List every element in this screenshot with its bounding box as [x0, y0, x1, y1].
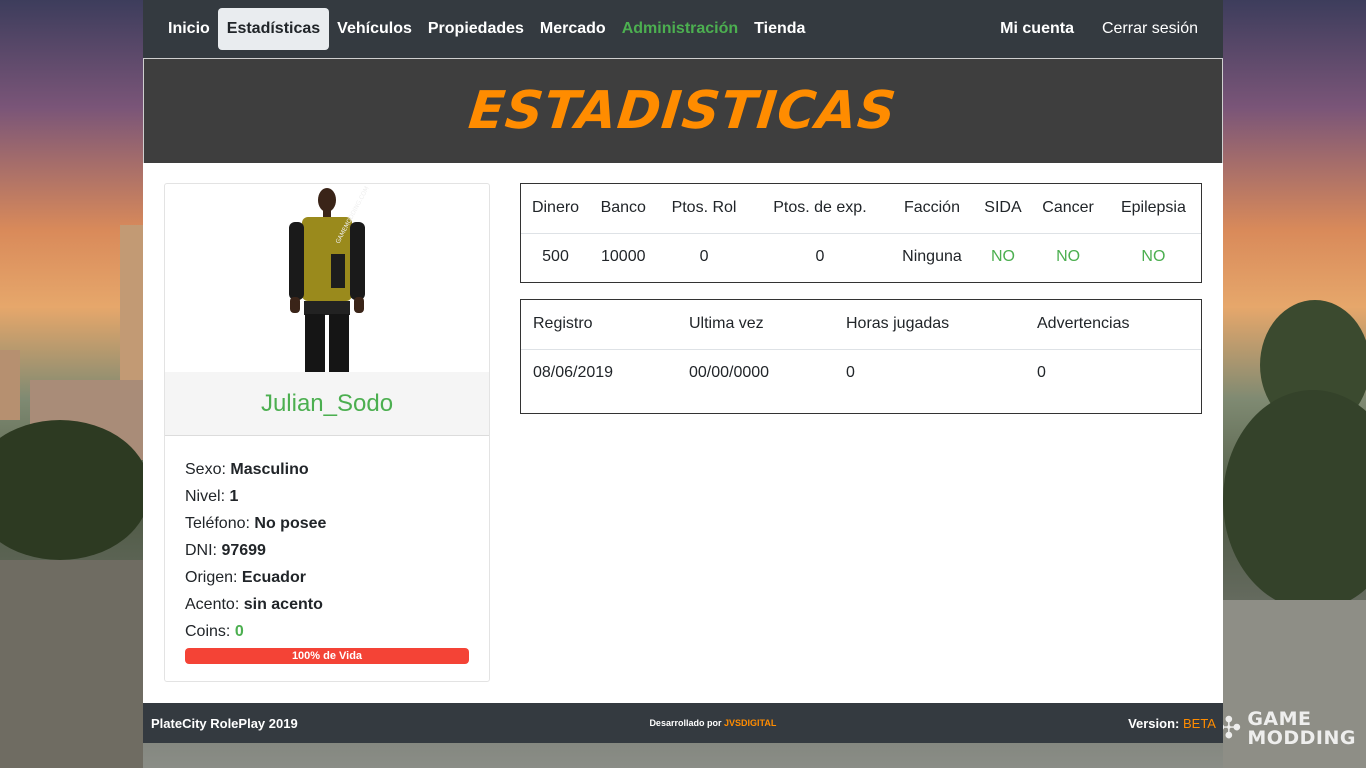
column-header: Registro	[521, 300, 677, 350]
info-value: 97699	[221, 542, 266, 559]
column-header: Epilepsia	[1105, 184, 1201, 234]
column-header: Horas jugadas	[834, 300, 1025, 350]
column-header: SIDA	[975, 184, 1031, 234]
table-cell: 0	[1037, 364, 1046, 382]
nav-administracion[interactable]: Administración	[614, 9, 746, 49]
player-name-band: Julian_Sodo	[165, 372, 489, 436]
table-header-row: Registro Ultima vez Horas jugadas Advert…	[521, 300, 1201, 350]
info-value: No posee	[254, 515, 327, 532]
version-value: BETA	[1182, 715, 1216, 731]
info-value: 0	[234, 623, 244, 640]
column-header: Facción	[888, 184, 976, 234]
table-row: 08/06/2019 00/00/0000 0 0	[521, 349, 1201, 397]
table-cell: 08/06/2019	[533, 364, 614, 382]
column-header: Advertencias	[1025, 300, 1201, 350]
column-header: Dinero	[521, 184, 591, 234]
page-container: Inicio Estadísticas Vehículos Propiedade…	[143, 0, 1223, 743]
info-origen: Origen: Ecuador	[185, 564, 469, 591]
background-ground	[0, 560, 143, 768]
table-cell: NO	[1056, 248, 1081, 266]
health-bar: 100% de Vida	[185, 648, 469, 664]
column-header: Cancer	[1030, 184, 1106, 234]
player-name: Julian_Sodo	[260, 389, 394, 417]
background-building	[0, 350, 20, 420]
table-cell: NO	[990, 248, 1015, 266]
top-navbar: Inicio Estadísticas Vehículos Propiedade…	[143, 0, 1223, 58]
info-value: 1	[229, 488, 239, 505]
info-acento: Acento: sin acento	[185, 591, 469, 618]
table-cell: 00/00/0000	[689, 364, 770, 382]
gamemodding-watermark: ✣ GAME MODDING	[1216, 710, 1356, 748]
table-cell: NO	[1141, 248, 1166, 266]
version-label: Version:	[1128, 715, 1180, 731]
info-value: sin acento	[243, 596, 323, 613]
stats-table: Dinero Banco Ptos. Rol Ptos. de exp. Fac…	[520, 183, 1202, 283]
info-label: Teléfono:	[185, 515, 250, 532]
table-cell: 500	[542, 248, 569, 266]
footer-credits: Desarrollado por JVSDIGITAL	[649, 718, 776, 728]
column-header: Banco	[590, 184, 657, 234]
page-footer: PlateCity RolePlay 2019 Desarrollado por…	[143, 703, 1223, 743]
info-label: Acento:	[185, 596, 240, 613]
info-label: Sexo:	[185, 461, 226, 478]
player-card: GAMEMODDING.COM Julian_Sodo Sexo: Mascul…	[164, 183, 490, 682]
info-value: Ecuador	[241, 569, 306, 586]
nav-mi-cuenta[interactable]: Mi cuenta	[992, 9, 1082, 49]
nav-inicio[interactable]: Inicio	[160, 9, 218, 49]
info-label: Coins:	[185, 623, 231, 640]
nav-mercado[interactable]: Mercado	[532, 9, 614, 49]
footer-copyright: PlateCity RolePlay 2019	[151, 715, 298, 731]
column-header: Ultima vez	[677, 300, 834, 350]
table-cell: 0	[699, 248, 709, 266]
info-label: Nivel:	[185, 488, 226, 505]
info-value: Masculino	[230, 461, 309, 478]
table-cell: 10000	[601, 248, 646, 266]
page-banner: ESTADISTICAS	[143, 58, 1223, 163]
character-skin-image: GAMEMODDING.COM	[289, 185, 371, 372]
nav-links: Inicio Estadísticas Vehículos Propiedade…	[160, 0, 813, 58]
info-label: DNI:	[185, 542, 217, 559]
nav-vehiculos[interactable]: Vehículos	[329, 9, 420, 49]
table-cell: 0	[815, 248, 825, 266]
nav-tienda[interactable]: Tienda	[746, 9, 813, 49]
background-tree	[1223, 390, 1366, 610]
table-header-row: Dinero Banco Ptos. Rol Ptos. de exp. Fac…	[521, 184, 1201, 234]
nav-estadisticas[interactable]: Estadísticas	[217, 8, 330, 50]
info-sexo: Sexo: Masculino	[185, 456, 469, 483]
column-header: Ptos. Rol	[656, 184, 752, 234]
footer-credits-prefix: Desarrollado por	[649, 718, 722, 728]
info-nivel: Nivel: 1	[185, 483, 469, 510]
main-content: GAMEMODDING.COM Julian_Sodo Sexo: Mascul…	[143, 163, 1223, 703]
activity-table: Registro Ultima vez Horas jugadas Advert…	[520, 299, 1202, 414]
table-cell: Ninguna	[902, 248, 962, 266]
table-row: 500 10000 0 0 Ninguna NO NO NO	[521, 233, 1201, 281]
info-telefono: Teléfono: No posee	[185, 510, 469, 537]
info-dni: DNI: 97699	[185, 537, 469, 564]
info-label: Origen:	[185, 569, 238, 586]
nav-account: Mi cuenta Cerrar sesión	[986, 0, 1206, 58]
nav-cerrar-sesion[interactable]: Cerrar sesión	[1094, 9, 1206, 49]
info-coins: Coins: 0	[185, 618, 469, 645]
nav-propiedades[interactable]: Propiedades	[420, 9, 532, 49]
table-cell: 0	[846, 364, 855, 382]
developer-link[interactable]: JVSDIGITAL	[724, 718, 776, 728]
footer-version: Version: BETA	[1128, 716, 1216, 731]
player-avatar: GAMEMODDING.COM	[165, 184, 489, 372]
watermark-text-bottom: MODDING	[1247, 727, 1356, 749]
page-title: ESTADISTICAS	[466, 81, 900, 141]
player-info-list: Sexo: Masculino Nivel: 1 Teléfono: No po…	[165, 436, 489, 664]
column-header: Ptos. de exp.	[751, 184, 889, 234]
